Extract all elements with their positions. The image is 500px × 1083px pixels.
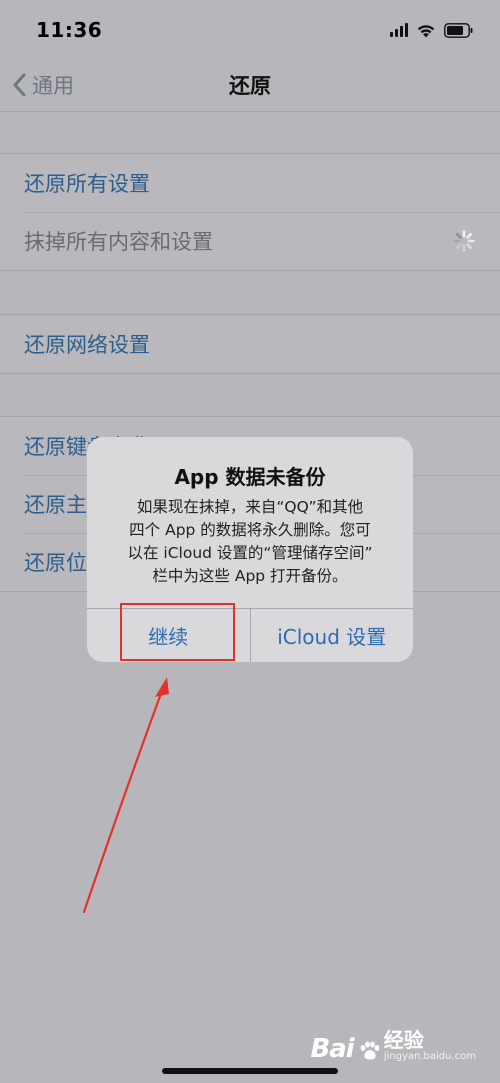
settings-group-1: 还原所有设置 抹掉所有内容和设置 xyxy=(0,153,500,271)
erase-all-content-row[interactable]: 抹掉所有内容和设置 xyxy=(0,212,500,270)
alert-message-line: 四个 App 的数据将永久删除。您可 xyxy=(129,521,371,539)
status-icons xyxy=(390,19,474,41)
alert-message: 如果现在抹掉，来自“QQ”和其他 四个 App 的数据将永久删除。您可 以在 i… xyxy=(103,496,397,588)
loading-spinner-icon xyxy=(453,230,475,252)
annotation-highlight-box xyxy=(120,603,235,661)
reset-all-settings-row[interactable]: 还原所有设置 xyxy=(0,154,500,212)
icloud-settings-button[interactable]: iCloud 设置 xyxy=(249,609,414,662)
paw-icon xyxy=(360,1041,380,1060)
alert-message-line: 如果现在抹掉，来自“QQ”和其他 xyxy=(136,498,364,516)
baidu-jingyan-watermark: Bai 经验 jingyan.baidu.com xyxy=(310,1030,476,1062)
alert-title: App 数据未备份 xyxy=(174,465,326,489)
reset-network-settings-row[interactable]: 还原网络设置 xyxy=(0,315,500,373)
alert-message-line: 以在 iCloud 设置的“管理储存空间” xyxy=(127,544,373,562)
navigation-bar: 通用 还原 xyxy=(0,58,500,112)
home-indicator[interactable] xyxy=(162,1068,338,1074)
page-title: 还原 xyxy=(229,74,271,98)
cellular-signal-icon xyxy=(390,23,408,37)
watermark-domain: jingyan.baidu.com xyxy=(383,1051,476,1062)
battery-icon xyxy=(444,22,474,38)
alert-message-line: 栏中为这些 App 打开备份。 xyxy=(152,567,348,585)
settings-group-2: 还原网络设置 xyxy=(0,314,500,374)
wifi-icon xyxy=(416,23,436,38)
watermark-logo: Bai xyxy=(310,1034,354,1064)
watermark-brand: 经验 xyxy=(383,1028,424,1052)
erase-all-content-label: 抹掉所有内容和设置 xyxy=(24,230,213,254)
status-bar: 11:36 xyxy=(0,0,500,58)
status-time: 11:36 xyxy=(36,18,103,42)
